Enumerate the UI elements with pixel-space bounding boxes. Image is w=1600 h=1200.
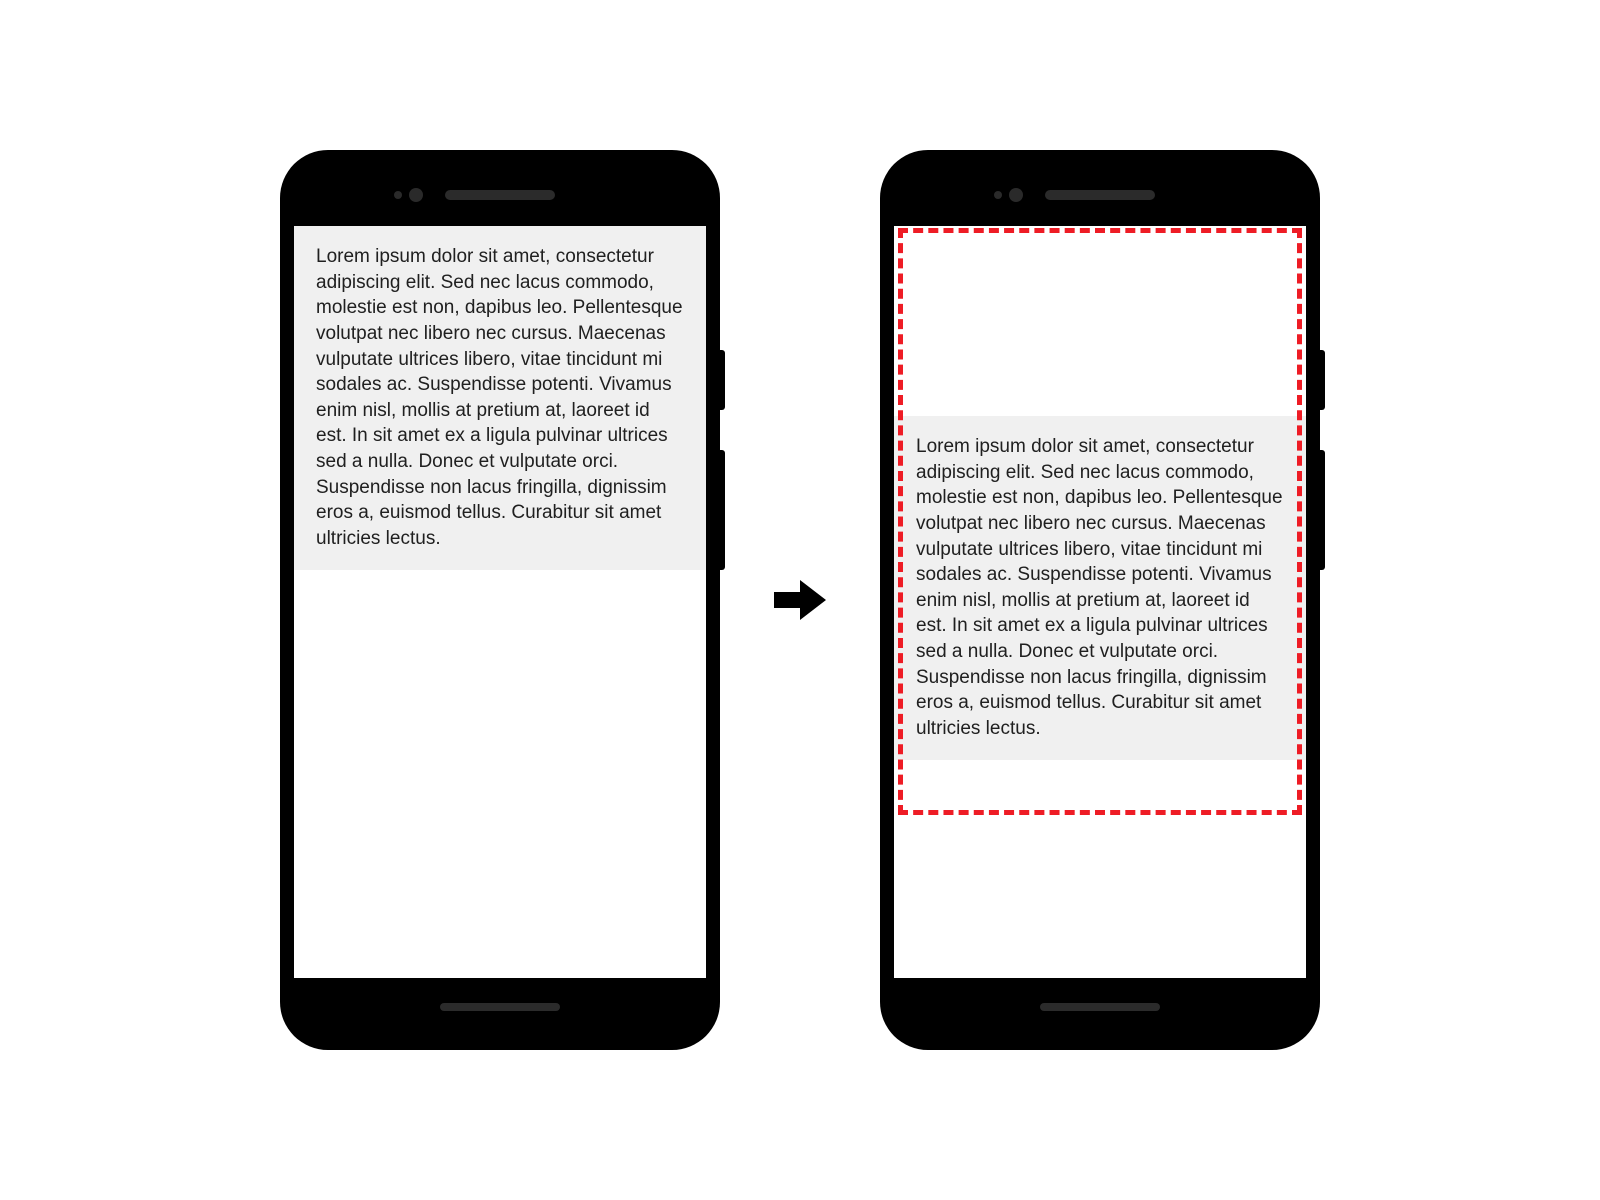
body-text: Lorem ipsum dolor sit amet, consectetur …: [894, 416, 1306, 760]
phone-top-bezel: [294, 164, 706, 226]
sensor-icon: [394, 191, 402, 199]
phone-side-button: [1320, 450, 1325, 570]
arrow-right-icon: [760, 570, 840, 630]
camera-icon: [1009, 188, 1023, 202]
phone-bottom-bezel: [294, 978, 706, 1036]
speaker-icon: [445, 190, 555, 200]
phone-side-button: [720, 450, 725, 570]
speaker-icon: [440, 1003, 560, 1011]
phone-side-button: [1320, 350, 1325, 410]
phone-bottom-bezel: [894, 978, 1306, 1036]
phone-screen: Lorem ipsum dolor sit amet, consectetur …: [294, 226, 706, 978]
body-text: Lorem ipsum dolor sit amet, consectetur …: [294, 226, 706, 570]
phone-inner: Lorem ipsum dolor sit amet, consectetur …: [294, 164, 706, 1036]
phone-mockup-left: Lorem ipsum dolor sit amet, consectetur …: [280, 150, 720, 1050]
phone-side-button: [720, 350, 725, 410]
camera-icon: [409, 188, 423, 202]
speaker-icon: [1040, 1003, 1160, 1011]
phone-inner: Lorem ipsum dolor sit amet, consectetur …: [894, 164, 1306, 1036]
blank-top-region: [894, 226, 1306, 416]
speaker-icon: [1045, 190, 1155, 200]
phone-top-bezel: [894, 164, 1306, 226]
phone-screen: Lorem ipsum dolor sit amet, consectetur …: [894, 226, 1306, 978]
phone-mockup-right: Lorem ipsum dolor sit amet, consectetur …: [880, 150, 1320, 1050]
diagram-layout: Lorem ipsum dolor sit amet, consectetur …: [0, 0, 1600, 1200]
sensor-icon: [994, 191, 1002, 199]
